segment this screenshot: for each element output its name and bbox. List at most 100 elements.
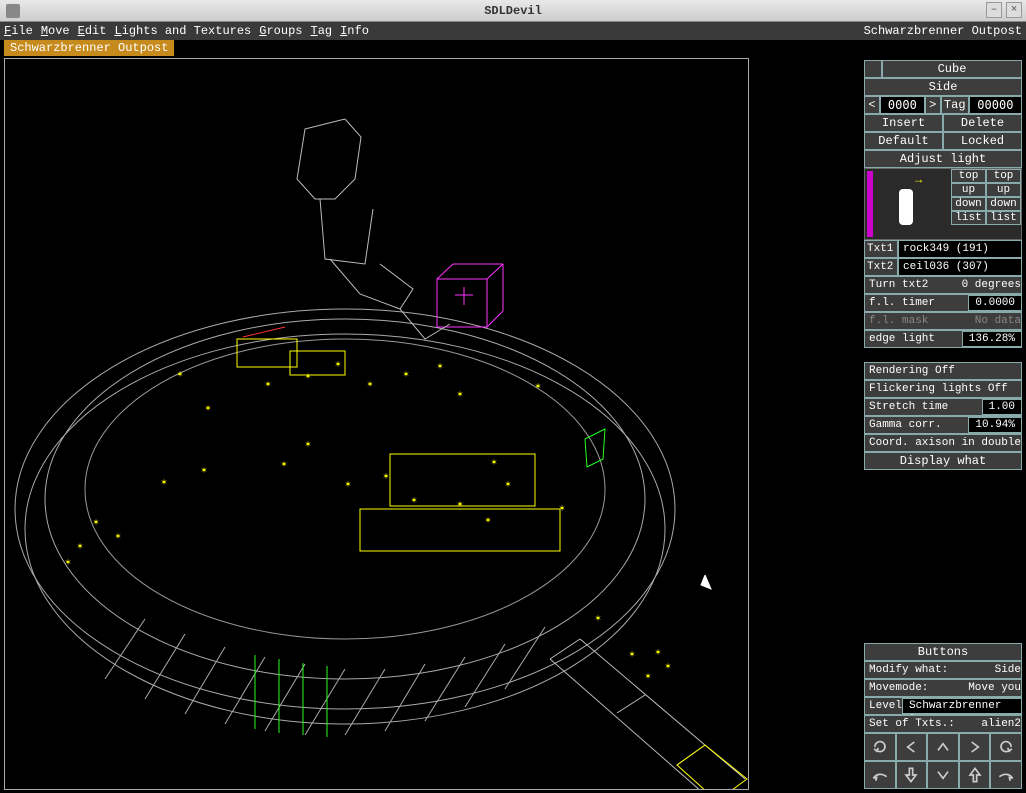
flickering-toggle[interactable]: Flickering lights Off bbox=[864, 380, 1022, 398]
gamma-value[interactable]: 10.94% bbox=[968, 417, 1022, 433]
cube-prev-button[interactable]: < bbox=[864, 96, 880, 114]
buttons-header: Buttons bbox=[864, 643, 1022, 661]
rendering-toggle[interactable]: Rendering Off bbox=[864, 362, 1022, 380]
level-select[interactable]: LevelSchwarzbrenner Ou bbox=[864, 697, 1022, 715]
txt2-label: Txt2 bbox=[864, 258, 898, 276]
minimize-button[interactable]: – bbox=[986, 2, 1002, 18]
cube-collapse-button[interactable] bbox=[864, 60, 882, 78]
edge-light-value[interactable]: 136.28% bbox=[962, 331, 1022, 347]
txtset[interactable]: Set of Txts.: alien2 bbox=[864, 715, 1022, 733]
delete-button[interactable]: Delete bbox=[943, 114, 1022, 132]
menu-lights-textures[interactable]: Lights and Textures bbox=[114, 24, 251, 38]
texture-light-preview bbox=[899, 189, 913, 225]
fl-timer-label: f.l. timer bbox=[869, 295, 935, 311]
bank-right-button[interactable] bbox=[990, 761, 1022, 789]
main-area: Schwarzbrenner Outpost bbox=[0, 40, 860, 792]
rotate-right-button[interactable] bbox=[990, 733, 1022, 761]
txt1-value[interactable]: rock349 (191) bbox=[898, 240, 1022, 258]
modify-label: Modify what: bbox=[869, 662, 948, 678]
level-name: Schwarzbrenner Outpost bbox=[864, 24, 1022, 38]
turn-txt2[interactable]: Turn txt2 0 degrees bbox=[864, 276, 1022, 294]
level-label: Level bbox=[869, 698, 902, 714]
fl-timer-value[interactable]: 0.0000 bbox=[968, 295, 1022, 311]
bank-left-button[interactable] bbox=[864, 761, 896, 789]
menu-items: File Move Edit Lights and Textures Group… bbox=[4, 24, 369, 38]
display-what-button[interactable]: Display what bbox=[864, 452, 1022, 470]
movemode[interactable]: Movemode: Move you bbox=[864, 679, 1022, 697]
gamma-label: Gamma corr. bbox=[869, 417, 942, 433]
pan-right-button[interactable] bbox=[959, 733, 991, 761]
app-icon bbox=[6, 4, 20, 18]
locked-button[interactable]: Locked bbox=[943, 132, 1022, 150]
turn-label: Turn txt2 bbox=[869, 277, 928, 293]
edge-light[interactable]: edge light 136.28% bbox=[864, 330, 1022, 348]
thumb-list-1[interactable]: list bbox=[951, 211, 986, 225]
wireframe-svg bbox=[5, 59, 749, 790]
menu-edit[interactable]: Edit bbox=[78, 24, 107, 38]
fl-timer[interactable]: f.l. timer 0.0000 bbox=[864, 294, 1022, 312]
cube-next-button[interactable]: > bbox=[925, 96, 941, 114]
tag-value[interactable]: 00000 bbox=[969, 96, 1022, 114]
stretch-label: Stretch time bbox=[869, 399, 948, 415]
movemode-value: Move you bbox=[968, 680, 1021, 696]
coord-options: on in double bbox=[942, 435, 1021, 451]
txtset-value: alien2 bbox=[981, 716, 1021, 732]
buttons-panel: Buttons Modify what: Side Movemode: Move y… bbox=[864, 643, 1022, 789]
window-titlebar: SDLDevil – × bbox=[0, 0, 1026, 22]
close-button[interactable]: × bbox=[1006, 2, 1022, 18]
coord-label: Coord. axis bbox=[869, 435, 942, 451]
modify-value: Side bbox=[995, 662, 1021, 678]
thumb-down-2[interactable]: down bbox=[986, 197, 1021, 211]
menu-info[interactable]: Info bbox=[340, 24, 369, 38]
cube-header[interactable]: Cube bbox=[882, 60, 1022, 78]
flickering-label: Flickering lights Off bbox=[869, 381, 1008, 397]
edge-light-label: edge light bbox=[869, 331, 935, 347]
thumb-up-1[interactable]: up bbox=[951, 183, 986, 197]
txt1-label: Txt1 bbox=[864, 240, 898, 258]
turn-value: 0 degrees bbox=[962, 277, 1021, 293]
thumb-up-2[interactable]: up bbox=[986, 183, 1021, 197]
texture-thumbnail[interactable]: → toptop upup downdown listlist bbox=[864, 168, 1022, 240]
app-root: File Move Edit Lights and Textures Group… bbox=[0, 22, 1026, 793]
viewport-3d[interactable]: ✶ ✶ ✶ ✶ ✶ ✶ ✶ ✶ ✶ ✶ ✶ ✶ ✶ ✶ ✶ ✶ ✶ ✶ ✶ ✶ … bbox=[4, 58, 749, 790]
coord-axis[interactable]: Coord. axison in double bbox=[864, 434, 1022, 452]
side-subheader[interactable]: Side bbox=[864, 78, 1022, 96]
default-button[interactable]: Default bbox=[864, 132, 943, 150]
texture-hue-bar bbox=[867, 171, 873, 237]
insert-button[interactable]: Insert bbox=[864, 114, 943, 132]
txt2-value[interactable]: ceil036 (307) bbox=[898, 258, 1022, 276]
stretch-value[interactable]: 1.00 bbox=[982, 399, 1022, 415]
thumb-top-1[interactable]: top bbox=[951, 169, 986, 183]
move-back-button[interactable] bbox=[896, 761, 928, 789]
direction-arrow-icon: → bbox=[915, 173, 922, 187]
menu-file[interactable]: File bbox=[4, 24, 33, 38]
menu-groups[interactable]: Groups bbox=[259, 24, 302, 38]
adjust-light-button[interactable]: Adjust light bbox=[864, 150, 1022, 168]
pan-down-button[interactable] bbox=[927, 761, 959, 789]
menu-tag[interactable]: Tag bbox=[310, 24, 332, 38]
move-forward-button[interactable] bbox=[959, 761, 991, 789]
fl-mask-label: f.l. mask bbox=[869, 313, 928, 329]
menu-move[interactable]: Move bbox=[41, 24, 70, 38]
window-title: SDLDevil bbox=[484, 4, 542, 18]
pan-up-button[interactable] bbox=[927, 733, 959, 761]
menubar: File Move Edit Lights and Textures Group… bbox=[0, 22, 1026, 40]
tag-label[interactable]: Tag bbox=[941, 96, 969, 114]
fl-mask: f.l. mask No data bbox=[864, 312, 1022, 330]
txtset-label: Set of Txts.: bbox=[869, 716, 955, 732]
movemode-label: Movemode: bbox=[869, 680, 928, 696]
thumb-top-2[interactable]: top bbox=[986, 169, 1021, 183]
modify-what[interactable]: Modify what: Side bbox=[864, 661, 1022, 679]
level-tab[interactable]: Schwarzbrenner Outpost bbox=[4, 40, 174, 56]
rendering-label: Rendering Off bbox=[869, 363, 955, 379]
rotate-left-button[interactable] bbox=[864, 733, 896, 761]
thumb-down-1[interactable]: down bbox=[951, 197, 986, 211]
movement-buttons bbox=[864, 733, 1022, 789]
cube-index[interactable]: 0000 bbox=[880, 96, 925, 114]
stretch-time[interactable]: Stretch time 1.00 bbox=[864, 398, 1022, 416]
thumb-list-2[interactable]: list bbox=[986, 211, 1021, 225]
pan-left-button[interactable] bbox=[896, 733, 928, 761]
gamma-corr[interactable]: Gamma corr. 10.94% bbox=[864, 416, 1022, 434]
level-value[interactable]: Schwarzbrenner Ou bbox=[902, 698, 1022, 714]
fl-mask-value: No data bbox=[975, 313, 1021, 329]
